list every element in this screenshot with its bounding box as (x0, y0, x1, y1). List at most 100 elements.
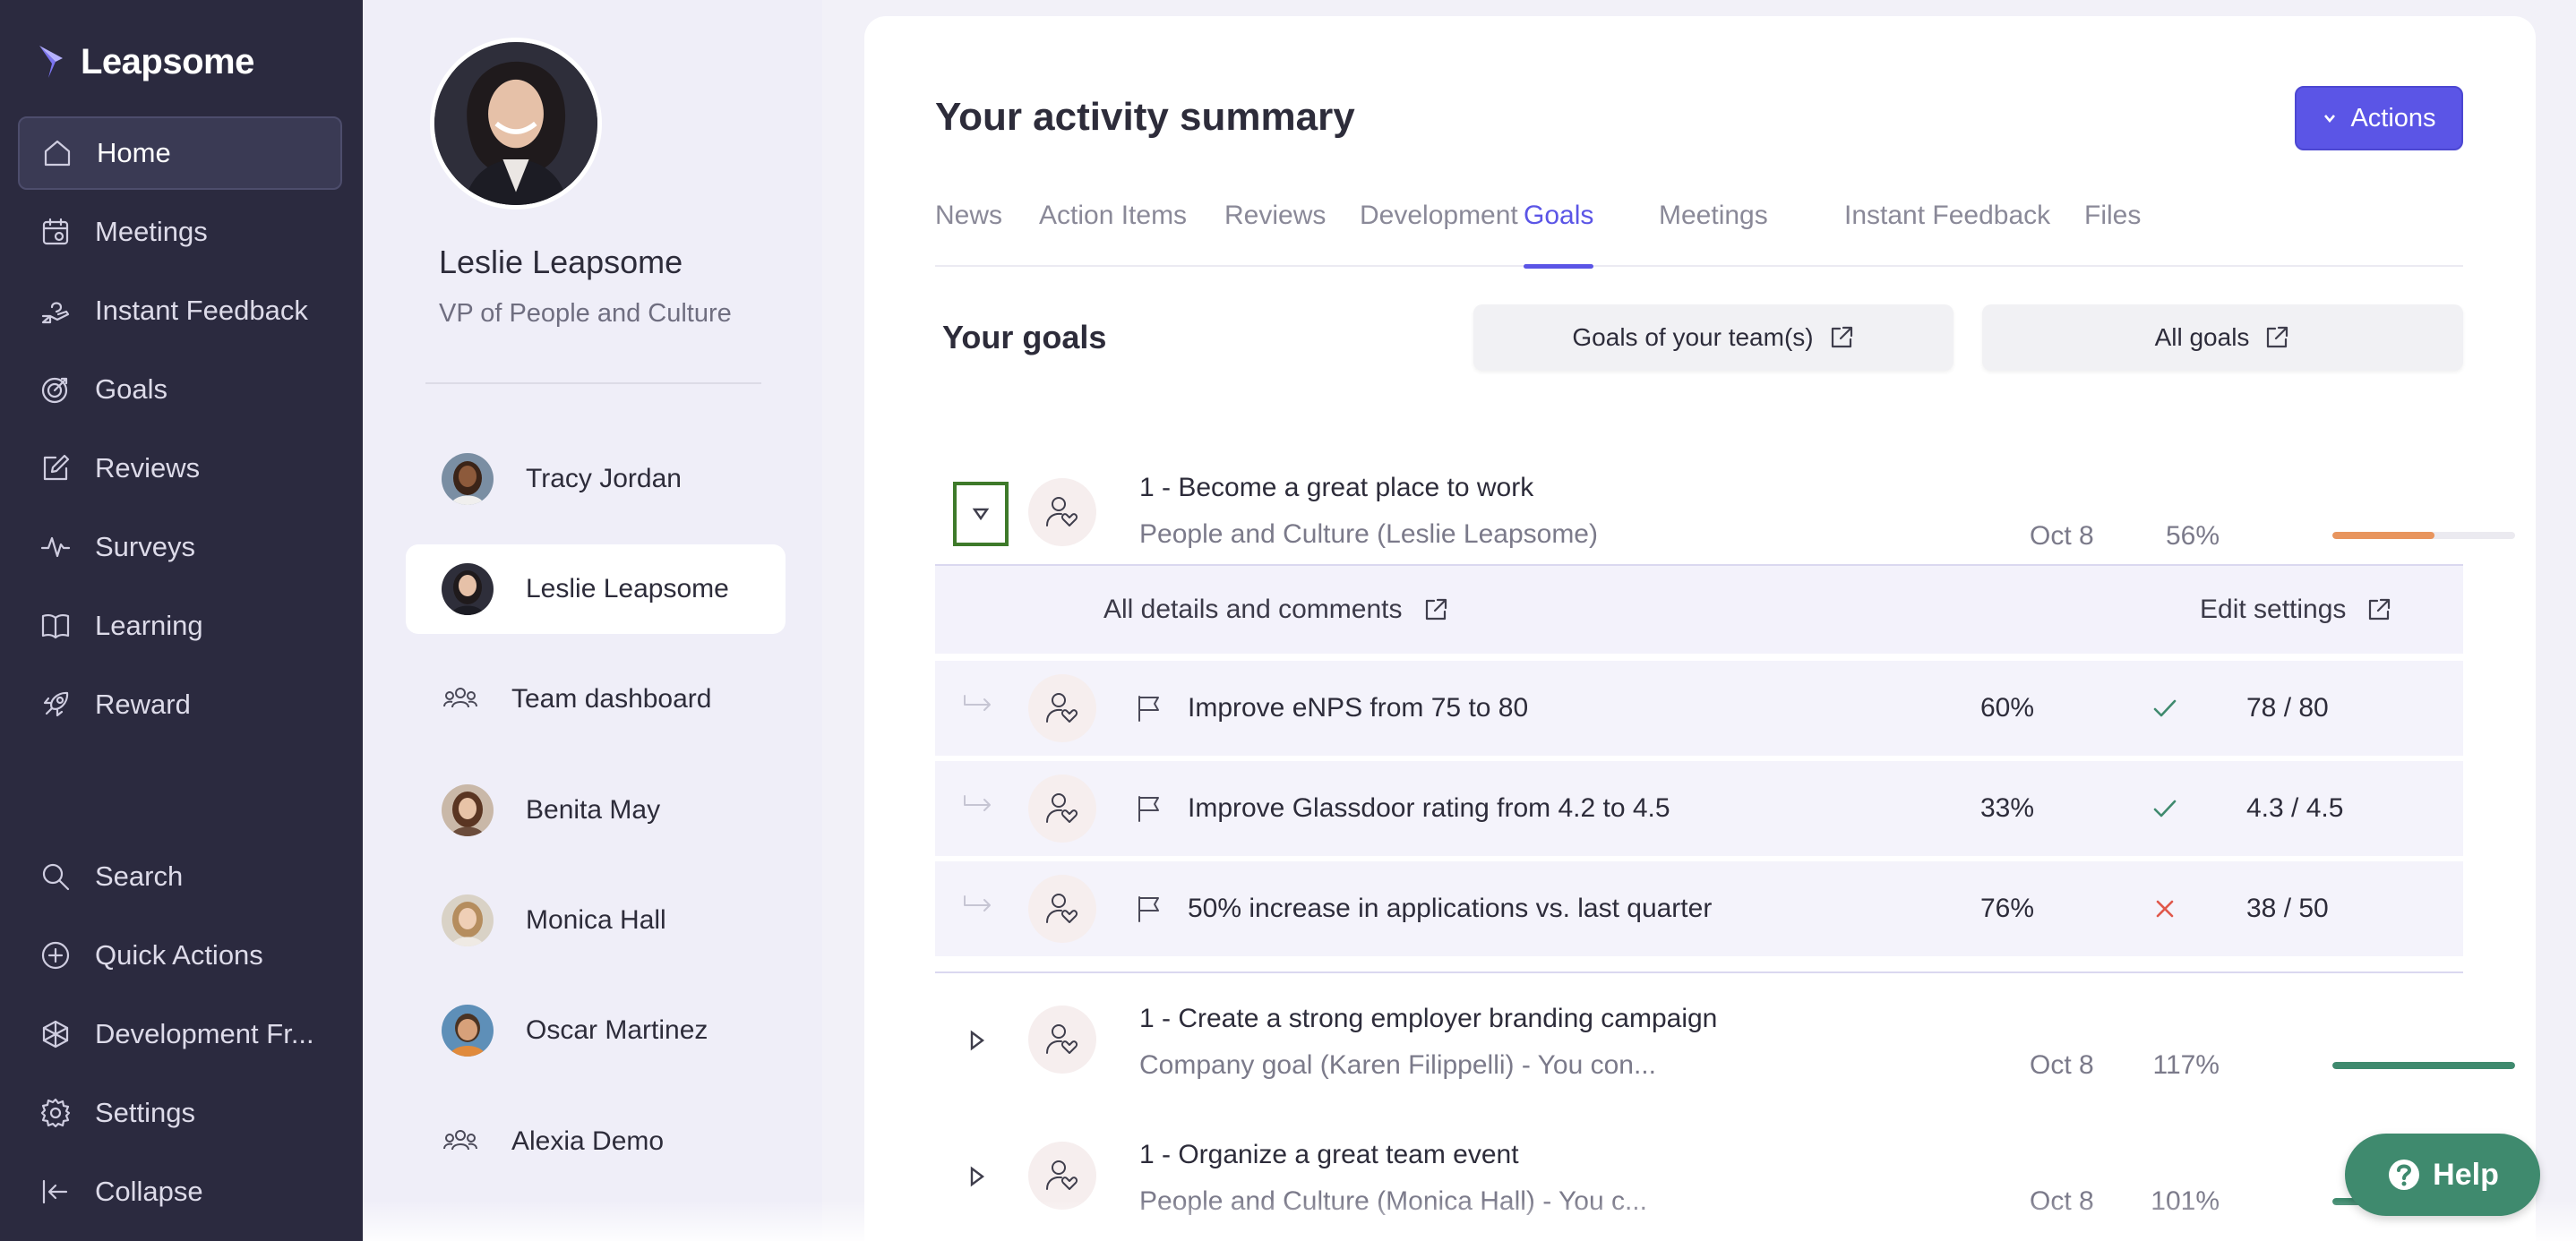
main-navigation: Leapsome Home Meetings Instant Feedback … (0, 0, 363, 1241)
team-icon (442, 680, 479, 718)
nav-item-surveys[interactable]: Surveys (18, 510, 342, 584)
goal-title[interactable]: 1 - Create a strong employer branding ca… (1139, 1004, 1717, 1034)
feedback-hand-icon (41, 302, 70, 324)
edit-settings-link[interactable]: Edit settings (2200, 595, 2392, 625)
leapsome-logo-icon (39, 46, 63, 78)
tab-news[interactable]: News (935, 201, 1002, 267)
expand-goal-toggle[interactable] (967, 1165, 987, 1188)
search-icon (42, 863, 70, 891)
goal-row[interactable]: 1 - Organize a great team event People a… (935, 1109, 2515, 1241)
help-icon (2389, 1160, 2420, 1190)
owner-avatar (1028, 775, 1096, 843)
person-item-leslie-leapsome[interactable]: Leslie Leapsome (406, 544, 786, 634)
nav-item-reviews[interactable]: Reviews (18, 432, 342, 505)
all-details-link[interactable]: All details and comments (1103, 595, 1449, 625)
avatar (442, 894, 494, 946)
gear-icon (40, 1098, 71, 1128)
person-item-monica-hall[interactable]: Monica Hall (406, 876, 786, 965)
nav-item-reward[interactable]: Reward (18, 668, 342, 741)
nav-item-home[interactable]: Home (18, 116, 342, 190)
goal-subtitle: People and Culture (Leslie Leapsome) (1139, 519, 1598, 549)
help-button[interactable]: Help (2345, 1134, 2540, 1216)
tab-meetings[interactable]: Meetings (1659, 201, 1768, 267)
brand-logo[interactable]: Leapsome (36, 36, 254, 88)
key-result-title[interactable]: Improve eNPS from 75 to 80 (1188, 693, 1528, 723)
goals-section-title: Your goals (942, 319, 1107, 355)
person-heart-icon (1046, 1024, 1078, 1054)
key-result-row[interactable]: Improve eNPS from 75 to 80 60% 78 / 80 (935, 661, 2463, 756)
goal-row[interactable]: 1 - Become a great place to work People … (935, 446, 2515, 564)
avatar (442, 453, 494, 505)
activity-summary-card: Your activity summary Actions News Actio… (864, 16, 2536, 1241)
nav-item-goals[interactable]: Goals (18, 353, 342, 426)
person-item-oscar-martinez[interactable]: Oscar Martinez (406, 986, 786, 1075)
edit-square-icon (43, 454, 70, 481)
calendar-icon (42, 218, 69, 245)
key-result-row[interactable]: 50% increase in applications vs. last qu… (935, 861, 2463, 956)
chevron-down-icon (2324, 115, 2336, 124)
team-goals-button[interactable]: Goals of your team(s) (1473, 304, 1953, 371)
profile-role: VP of People and Culture (439, 299, 732, 328)
key-result-title[interactable]: Improve Glassdoor rating from 4.2 to 4.5 (1188, 793, 1670, 824)
goal-progress-bar (2332, 1062, 2515, 1069)
avatar (442, 563, 494, 615)
tab-goals[interactable]: Goals (1524, 201, 1594, 269)
cross-icon (2150, 894, 2180, 924)
goal-progress-percent: 117% (2152, 1050, 2220, 1080)
team-icon (442, 1123, 479, 1160)
external-link-icon (1425, 598, 1447, 620)
nav-item-collapse[interactable]: Collapse (18, 1155, 342, 1228)
nav-item-settings[interactable]: Settings (18, 1076, 342, 1150)
goal-progress-percent: 56% (2165, 521, 2220, 551)
book-icon (41, 614, 70, 639)
person-item-tracy-jordan[interactable]: Tracy Jordan (406, 434, 786, 524)
person-item-benita-may[interactable]: Benita May (406, 766, 786, 855)
key-result-value: 78 / 80 (2246, 693, 2329, 723)
sub-item-arrow-icon (962, 693, 994, 715)
tab-reviews[interactable]: Reviews (1224, 201, 1326, 267)
person-heart-icon (1046, 1160, 1078, 1190)
goal-due-date: Oct 8 (2030, 1050, 2094, 1080)
person-item-alexia-demo[interactable]: Alexia Demo (406, 1097, 786, 1186)
nav-item-meetings[interactable]: Meetings (18, 195, 342, 269)
key-result-percent: 76% (1979, 894, 2034, 923)
brand-name: Leapsome (81, 41, 254, 81)
check-icon (2150, 693, 2180, 723)
goal-progress-fill (2332, 532, 2435, 539)
nav-item-development-framework[interactable]: Development Fr... (18, 997, 342, 1071)
tab-action-items[interactable]: Action Items (1039, 201, 1187, 267)
person-heart-icon (1046, 693, 1078, 723)
expand-goal-toggle[interactable] (967, 1029, 987, 1052)
nav-item-instant-feedback[interactable]: Instant Feedback (18, 274, 342, 347)
goal-progress-percent: 101% (2151, 1186, 2220, 1216)
profile-avatar[interactable] (430, 38, 602, 210)
target-icon (41, 377, 68, 404)
actions-button[interactable]: Actions (2295, 86, 2463, 150)
triangle-right-icon (970, 1166, 984, 1187)
goal-title[interactable]: 1 - Become a great place to work (1139, 473, 1533, 503)
flag-icon (1134, 693, 1164, 723)
collapse-goal-toggle[interactable] (953, 482, 1009, 546)
tab-files[interactable]: Files (2084, 201, 2141, 267)
key-result-row[interactable]: Improve Glassdoor rating from 4.2 to 4.5… (935, 761, 2463, 856)
plus-circle-icon (41, 941, 70, 970)
triangle-down-icon (972, 508, 990, 521)
tab-bar: News Action Items Reviews Development Go… (935, 184, 2463, 269)
goal-subtitle: Company goal (Karen Filippelli) - You co… (1139, 1050, 1656, 1080)
tab-instant-feedback[interactable]: Instant Feedback (1844, 201, 2050, 267)
goal-details-strip: All details and comments Edit settings (935, 564, 2463, 654)
nav-item-learning[interactable]: Learning (18, 589, 342, 663)
goal-title[interactable]: 1 - Organize a great team event (1139, 1140, 1519, 1170)
tab-development[interactable]: Development (1360, 201, 1518, 267)
goal-progress-fill (2332, 1062, 2515, 1069)
goal-subtitle: People and Culture (Monica Hall) - You c… (1139, 1186, 1647, 1216)
person-item-team-dashboard[interactable]: Team dashboard (406, 655, 786, 744)
nav-item-quick-actions[interactable]: Quick Actions (18, 919, 342, 992)
key-result-title[interactable]: 50% increase in applications vs. last qu… (1188, 894, 1712, 924)
profile-name: Leslie Leapsome (439, 244, 683, 280)
goal-row[interactable]: 1 - Create a strong employer branding ca… (935, 973, 2515, 1108)
all-goals-button[interactable]: All goals (1982, 304, 2463, 371)
nav-item-search[interactable]: Search (18, 840, 342, 913)
triangle-right-icon (970, 1030, 984, 1051)
owner-avatar (1028, 478, 1096, 546)
